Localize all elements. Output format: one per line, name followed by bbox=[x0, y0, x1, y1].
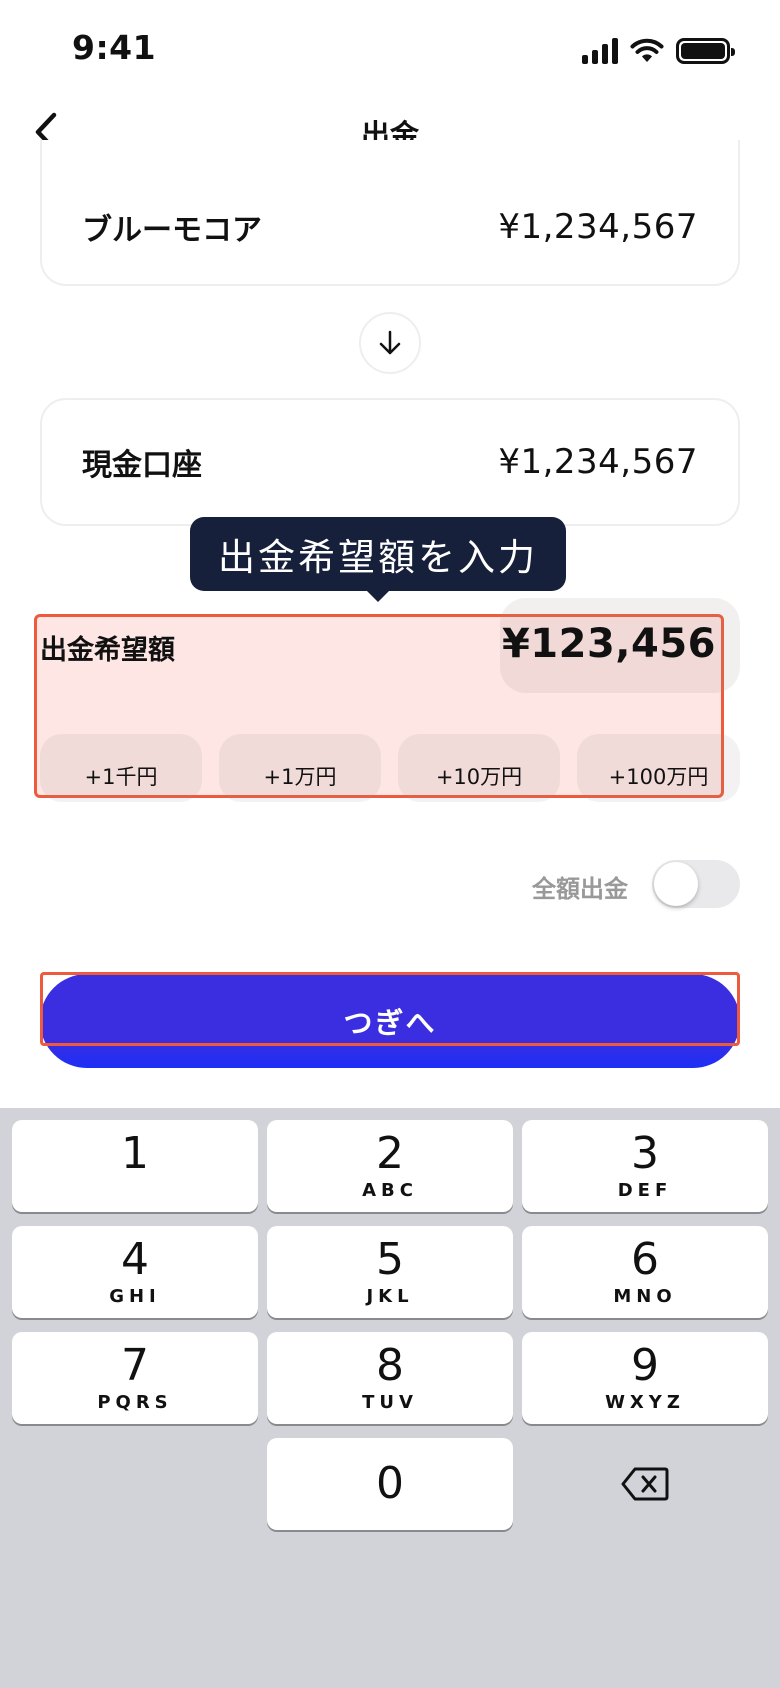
key-0[interactable]: 0 bbox=[267, 1438, 513, 1530]
backspace-icon bbox=[621, 1467, 669, 1501]
full-withdrawal-toggle[interactable] bbox=[652, 860, 740, 908]
key-digit: 4 bbox=[121, 1234, 149, 1285]
tooltip-tail bbox=[365, 589, 391, 602]
key-digit: 0 bbox=[376, 1458, 404, 1509]
toggle-knob bbox=[654, 862, 698, 906]
key-digit: 5 bbox=[376, 1234, 404, 1285]
next-button[interactable]: つぎへ bbox=[40, 974, 740, 1068]
key-7[interactable]: 7 PQRS bbox=[12, 1332, 258, 1424]
amount-label: 出金希望額 bbox=[40, 635, 175, 666]
key-1[interactable]: 1 bbox=[12, 1120, 258, 1212]
transfer-direction bbox=[359, 312, 421, 374]
backspace-key[interactable] bbox=[522, 1438, 768, 1530]
status-time: 9:41 bbox=[72, 28, 157, 67]
key-2[interactable]: 2 ABC bbox=[267, 1120, 513, 1212]
to-account-name: 現金口座 bbox=[82, 448, 202, 483]
key-digit: 2 bbox=[376, 1128, 404, 1179]
key-3[interactable]: 3 DEF bbox=[522, 1120, 768, 1212]
from-account-balance: ¥1,234,567 bbox=[498, 207, 698, 247]
key-letters: TUV bbox=[362, 1392, 418, 1413]
key-letters: PQRS bbox=[97, 1392, 173, 1413]
battery-icon bbox=[676, 38, 735, 64]
arrow-down-icon bbox=[379, 330, 401, 355]
key-digit: 9 bbox=[631, 1340, 659, 1391]
key-8[interactable]: 8 TUV bbox=[267, 1332, 513, 1424]
key-9[interactable]: 9 WXYZ bbox=[522, 1332, 768, 1424]
add-10k-button[interactable]: +1万円 bbox=[219, 734, 381, 802]
to-account-balance: ¥1,234,567 bbox=[498, 442, 698, 482]
key-digit: 8 bbox=[376, 1340, 404, 1391]
key-5[interactable]: 5 JKL bbox=[267, 1226, 513, 1318]
key-letters: GHI bbox=[109, 1286, 161, 1307]
status-bar: 9:41 bbox=[0, 0, 780, 100]
add-1k-button[interactable]: +1千円 bbox=[40, 734, 202, 802]
key-digit: 3 bbox=[631, 1128, 659, 1179]
key-letters: ABC bbox=[362, 1180, 418, 1201]
key-letters: DEF bbox=[617, 1180, 673, 1201]
to-account-card[interactable]: 現金口座 ¥1,234,567 bbox=[40, 398, 740, 526]
add-1m-button[interactable]: +100万円 bbox=[577, 734, 740, 802]
key-letters: MNO bbox=[613, 1286, 677, 1307]
key-digit: 6 bbox=[631, 1234, 659, 1285]
amount-value: ¥123,456 bbox=[501, 621, 716, 667]
key-6[interactable]: 6 MNO bbox=[522, 1226, 768, 1318]
amount-tooltip: 出金希望額を入力 bbox=[190, 517, 566, 591]
key-digit: 7 bbox=[121, 1340, 149, 1391]
cellular-signal-icon bbox=[582, 38, 618, 64]
key-letters: JKL bbox=[366, 1286, 414, 1307]
numeric-keypad: 1 2 ABC 3 DEF 4 GHI 5 JKL 6 MNO 7 PQRS 8… bbox=[0, 1108, 780, 1688]
from-account-card[interactable]: ブルーモコア ¥1,234,567 bbox=[40, 140, 740, 286]
key-letters: WXYZ bbox=[605, 1392, 685, 1413]
key-4[interactable]: 4 GHI bbox=[12, 1226, 258, 1318]
full-withdrawal-label: 全額出金 bbox=[532, 875, 628, 903]
from-account-name: ブルーモコア bbox=[82, 213, 262, 248]
status-icons bbox=[582, 36, 735, 66]
add-100k-button[interactable]: +10万円 bbox=[398, 734, 560, 802]
key-digit: 1 bbox=[121, 1128, 149, 1179]
wifi-icon bbox=[630, 38, 664, 62]
